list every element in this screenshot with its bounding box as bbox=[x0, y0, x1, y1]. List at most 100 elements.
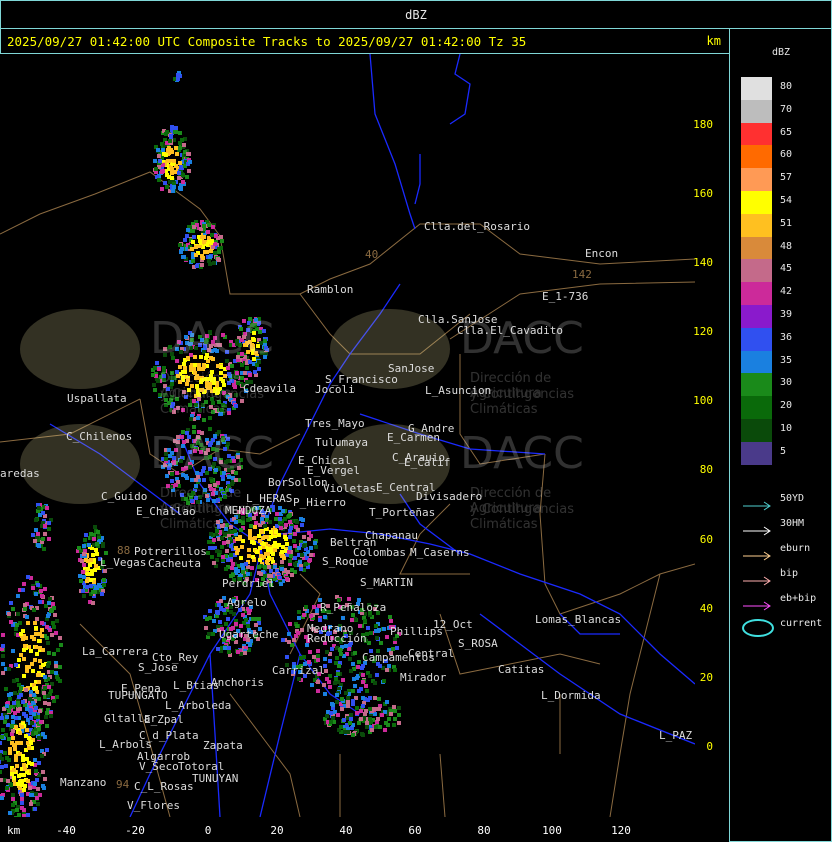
echo-cell bbox=[177, 171, 181, 175]
echo-cell bbox=[285, 577, 289, 581]
track-legend-label: 30HM bbox=[780, 518, 805, 529]
echo-cell bbox=[168, 139, 172, 143]
echo-cell bbox=[157, 178, 161, 182]
echo-cell bbox=[190, 247, 194, 251]
echo-cell bbox=[23, 644, 27, 648]
legend-swatch-label: 39 bbox=[780, 309, 793, 320]
echo-cell bbox=[309, 534, 313, 538]
echo-cell bbox=[9, 601, 13, 605]
echo-cell bbox=[252, 541, 256, 545]
echo-cell bbox=[284, 537, 288, 541]
echo-cell bbox=[86, 567, 90, 571]
echo-cell bbox=[365, 725, 369, 729]
legend-swatch bbox=[741, 419, 772, 442]
echo-cell bbox=[36, 802, 40, 806]
place-label: L_Dormida bbox=[541, 689, 601, 702]
echo-cell bbox=[160, 187, 164, 191]
echo-cell bbox=[285, 542, 289, 546]
track-legend-label: current bbox=[780, 618, 823, 629]
echo-cell bbox=[43, 735, 47, 739]
place-label: Ramblon bbox=[307, 283, 354, 296]
echo-cell bbox=[322, 683, 326, 687]
echo-cell bbox=[46, 663, 50, 667]
echo-cell bbox=[300, 628, 304, 632]
echo-cell bbox=[202, 224, 206, 228]
echo-cell bbox=[31, 701, 35, 705]
legend-swatch bbox=[741, 145, 772, 169]
echo-cell bbox=[5, 704, 9, 708]
echo-cell bbox=[373, 681, 377, 685]
echo-cell bbox=[375, 636, 379, 640]
echo-cell bbox=[210, 239, 214, 243]
echo-cell bbox=[33, 539, 37, 543]
legend-swatch bbox=[741, 122, 772, 146]
place-label: Violetas bbox=[323, 482, 376, 495]
echo-cell bbox=[353, 651, 357, 655]
legend-swatch bbox=[741, 77, 772, 100]
legend-swatch-label: 45 bbox=[780, 263, 793, 275]
track-legend-label: 50YD bbox=[780, 493, 805, 504]
echo-cell bbox=[285, 655, 289, 659]
echo-cell bbox=[56, 648, 60, 652]
echo-cell bbox=[1, 662, 5, 666]
echo-cell bbox=[50, 670, 54, 674]
echo-cell bbox=[293, 544, 297, 548]
echo-cell bbox=[369, 631, 373, 635]
echo-cell bbox=[309, 553, 313, 557]
echo-cell bbox=[374, 725, 378, 729]
echo-cell bbox=[310, 683, 314, 687]
echo-cell bbox=[287, 632, 291, 636]
echo-cell bbox=[207, 223, 211, 227]
place-label: Clla.del_Rosario bbox=[424, 220, 530, 233]
echo-cell bbox=[96, 530, 100, 534]
echo-cell bbox=[351, 689, 355, 693]
echo-cell bbox=[32, 693, 36, 697]
echo-cell bbox=[186, 152, 190, 156]
echo-cell bbox=[204, 626, 208, 630]
echo-cell bbox=[49, 714, 53, 718]
track-arrow-icon bbox=[742, 596, 772, 615]
echo-cell bbox=[12, 679, 16, 683]
place-label: Zapata bbox=[203, 739, 243, 752]
echo-cell bbox=[207, 259, 211, 263]
echo-cell bbox=[82, 552, 86, 556]
echo-cell bbox=[9, 783, 13, 787]
echo-cell bbox=[342, 718, 346, 722]
echo-cell bbox=[200, 263, 204, 267]
echo-cell bbox=[16, 612, 20, 616]
echo-cell bbox=[374, 624, 378, 628]
echo-cell bbox=[368, 707, 372, 711]
echo-cell bbox=[48, 597, 52, 601]
echo-cell bbox=[389, 712, 393, 716]
echo-cell bbox=[44, 715, 48, 719]
place-label: Central bbox=[408, 647, 455, 660]
echo-cell bbox=[302, 655, 306, 659]
echo-cell bbox=[220, 545, 224, 549]
echo-cell bbox=[316, 649, 320, 653]
echo-cell bbox=[180, 138, 184, 142]
echo-cell bbox=[355, 711, 359, 715]
echo-cell bbox=[302, 613, 306, 617]
echo-cell bbox=[35, 652, 39, 656]
echo-cell bbox=[234, 622, 238, 626]
place-label: E_Calif bbox=[404, 456, 451, 469]
place-label: Ugarteche bbox=[219, 628, 279, 641]
echo-cell bbox=[37, 639, 41, 643]
echo-cell bbox=[31, 669, 35, 673]
echo-cell bbox=[158, 159, 162, 163]
echo-cell bbox=[227, 650, 231, 654]
echo-cell bbox=[223, 646, 227, 650]
echo-cell bbox=[325, 650, 329, 654]
echo-cell bbox=[212, 538, 216, 542]
dacc-watermark: DACC Dirección de Agricultura y Continge… bbox=[330, 420, 620, 532]
echo-cell bbox=[7, 709, 11, 713]
echo-cell bbox=[10, 724, 14, 728]
echo-cell bbox=[178, 186, 182, 190]
echo-cell bbox=[181, 180, 185, 184]
echo-cell bbox=[22, 657, 26, 661]
place-label: C_Guido bbox=[101, 490, 148, 503]
echo-cell bbox=[208, 616, 212, 620]
echo-cell bbox=[11, 803, 15, 807]
echo-cell bbox=[77, 546, 81, 550]
echo-cell bbox=[191, 240, 195, 244]
